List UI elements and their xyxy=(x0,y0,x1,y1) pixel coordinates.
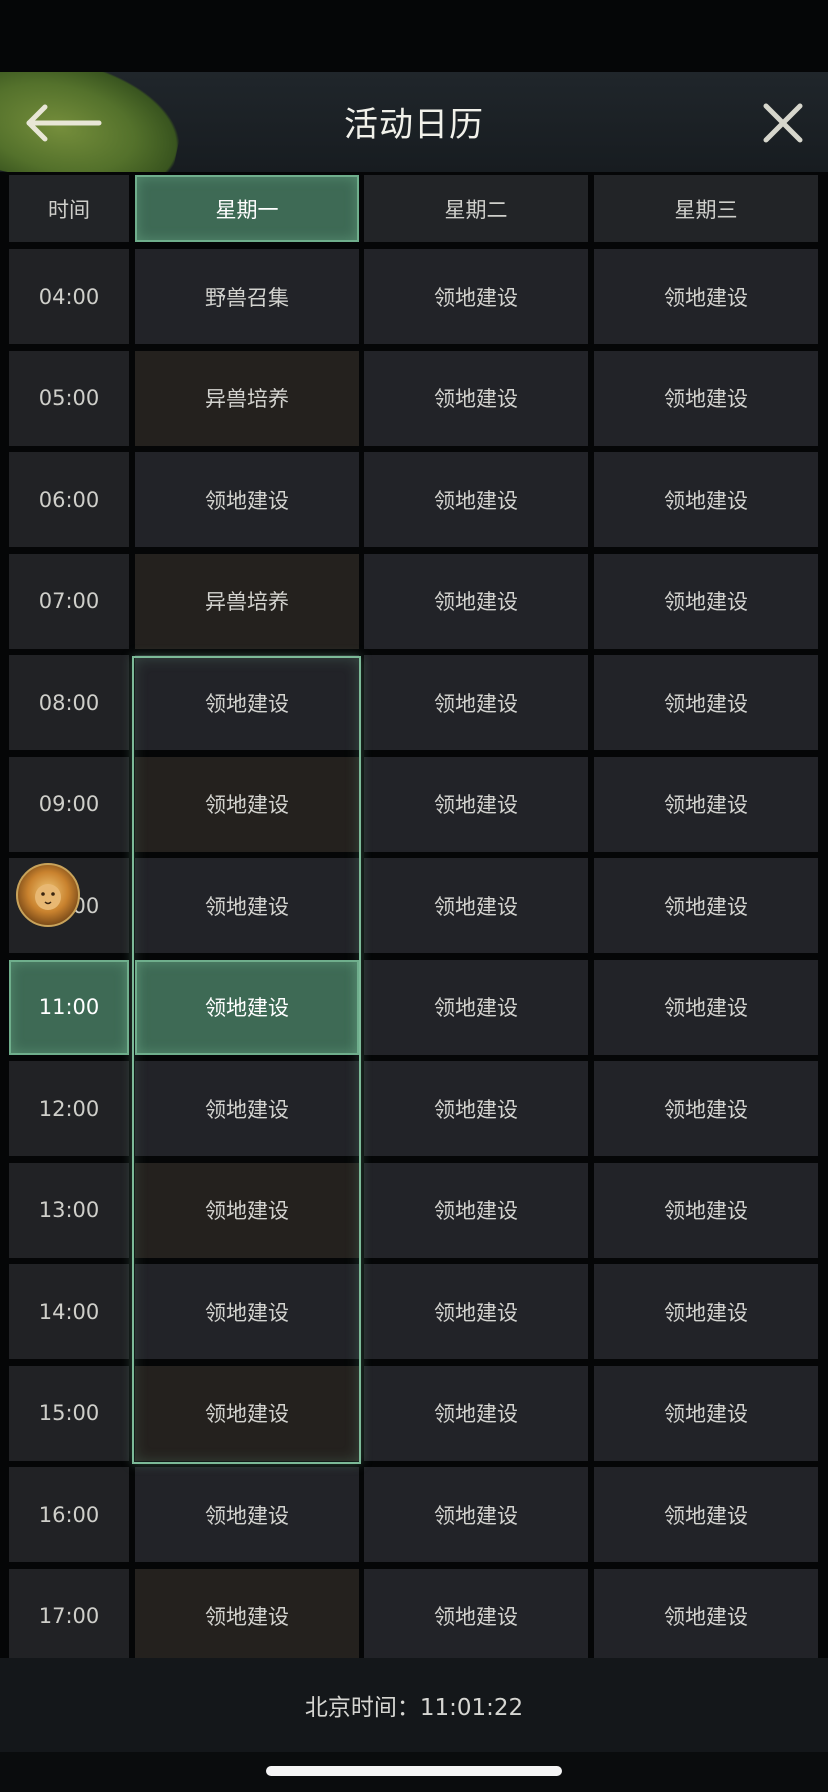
time-cell: 08:00 xyxy=(9,655,129,750)
activity-cell-tuesday[interactable]: 领地建设 xyxy=(364,553,588,649)
lion-icon xyxy=(35,884,61,910)
activity-cell-monday[interactable]: 领地建设 xyxy=(135,655,359,750)
activity-cell-tuesday[interactable]: 领地建设 xyxy=(364,1061,588,1156)
activity-cell-wednesday[interactable]: 领地建设 xyxy=(594,1568,818,1658)
time-cell: 14:00 xyxy=(9,1264,129,1359)
activity-cell-tuesday[interactable]: 领地建设 xyxy=(364,350,588,446)
title-bar: 活动日历 xyxy=(0,72,828,172)
activity-cell-tuesday[interactable]: 领地建设 xyxy=(364,1264,588,1359)
time-cell: 09:00 xyxy=(9,756,129,852)
activity-cell-monday[interactable]: 领地建设 xyxy=(135,1162,359,1258)
time-cell: 05:00 xyxy=(9,350,129,446)
home-indicator[interactable] xyxy=(266,1766,562,1776)
activity-cell-monday[interactable]: 领地建设 xyxy=(135,1568,359,1658)
activity-cell-monday[interactable]: 异兽培养 xyxy=(135,553,359,649)
time-cell: 15:00 xyxy=(9,1365,129,1461)
page-title: 活动日历 xyxy=(344,105,484,145)
activity-cell-tuesday[interactable]: 领地建设 xyxy=(364,655,588,750)
activity-cell-wednesday[interactable]: 领地建设 xyxy=(594,1264,818,1359)
activity-cell-monday[interactable]: 异兽培养 xyxy=(135,350,359,446)
activity-cell-wednesday[interactable]: 领地建设 xyxy=(594,553,818,649)
beijing-time-label: 北京时间：11:01:22 xyxy=(304,1695,524,1721)
activity-cell-monday[interactable]: 领地建设 xyxy=(135,756,359,852)
lion-avatar[interactable] xyxy=(16,863,80,927)
activity-cell-tuesday[interactable]: 领地建设 xyxy=(364,1568,588,1658)
time-cell: 17:00 xyxy=(9,1568,129,1658)
status-bar xyxy=(0,0,828,72)
beijing-time-bar: 北京时间：11:01:22 xyxy=(0,1658,828,1752)
time-cell: 07:00 xyxy=(9,553,129,649)
time-cell: 11:00 xyxy=(9,959,129,1055)
time-cell: 04:00 xyxy=(9,249,129,344)
close-button[interactable] xyxy=(758,98,808,148)
activity-cell-tuesday[interactable]: 领地建设 xyxy=(364,858,588,953)
activity-cell-tuesday[interactable]: 领地建设 xyxy=(364,756,588,852)
tab-day-monday[interactable]: 星期一 xyxy=(135,175,359,242)
activity-cell-wednesday[interactable]: 领地建设 xyxy=(594,756,818,852)
tab-day-tuesday[interactable]: 星期二 xyxy=(364,175,588,242)
header-time-label: 时间 xyxy=(9,175,129,242)
activity-cell-monday[interactable]: 领地建设 xyxy=(135,858,359,953)
time-cell: 13:00 xyxy=(9,1162,129,1258)
activity-cell-monday[interactable]: 领地建设 xyxy=(135,1061,359,1156)
activity-cell-monday[interactable]: 领地建设 xyxy=(135,1365,359,1461)
activity-cell-wednesday[interactable]: 领地建设 xyxy=(594,1467,818,1562)
activity-cell-tuesday[interactable]: 领地建设 xyxy=(364,249,588,344)
activity-cell-wednesday[interactable]: 领地建设 xyxy=(594,1365,818,1461)
activity-cell-wednesday[interactable]: 领地建设 xyxy=(594,1162,818,1258)
time-cell: 16:00 xyxy=(9,1467,129,1562)
activity-cell-wednesday[interactable]: 领地建设 xyxy=(594,1061,818,1156)
calendar-grid: 时间 星期一 星期二 星期三 04:00 野兽召集 领地建设 领地建设 05:00 异兽培… xyxy=(0,172,828,1658)
activity-cell-tuesday[interactable]: 领地建设 xyxy=(364,1467,588,1562)
activity-cell-monday[interactable]: 领地建设 xyxy=(135,452,359,547)
time-cell: 06:00 xyxy=(9,452,129,547)
tab-day-wednesday[interactable]: 星期三 xyxy=(594,175,818,242)
activity-cell-wednesday[interactable]: 领地建设 xyxy=(594,858,818,953)
activity-cell-tuesday[interactable]: 领地建设 xyxy=(364,452,588,547)
activity-cell-monday[interactable]: 野兽召集 xyxy=(135,249,359,344)
activity-cell-wednesday[interactable]: 领地建设 xyxy=(594,655,818,750)
activity-cell-monday[interactable]: 领地建设 xyxy=(135,959,359,1055)
activity-cell-wednesday[interactable]: 领地建设 xyxy=(594,959,818,1055)
activity-cell-tuesday[interactable]: 领地建设 xyxy=(364,1162,588,1258)
activity-cell-monday[interactable]: 领地建设 xyxy=(135,1264,359,1359)
activity-cell-wednesday[interactable]: 领地建设 xyxy=(594,350,818,446)
activity-cell-wednesday[interactable]: 领地建设 xyxy=(594,249,818,344)
close-icon xyxy=(763,103,803,143)
time-cell: 12:00 xyxy=(9,1061,129,1156)
activity-cell-monday[interactable]: 领地建设 xyxy=(135,1467,359,1562)
activity-cell-tuesday[interactable]: 领地建设 xyxy=(364,1365,588,1461)
activity-cell-tuesday[interactable]: 领地建设 xyxy=(364,959,588,1055)
activity-cell-wednesday[interactable]: 领地建设 xyxy=(594,452,818,547)
